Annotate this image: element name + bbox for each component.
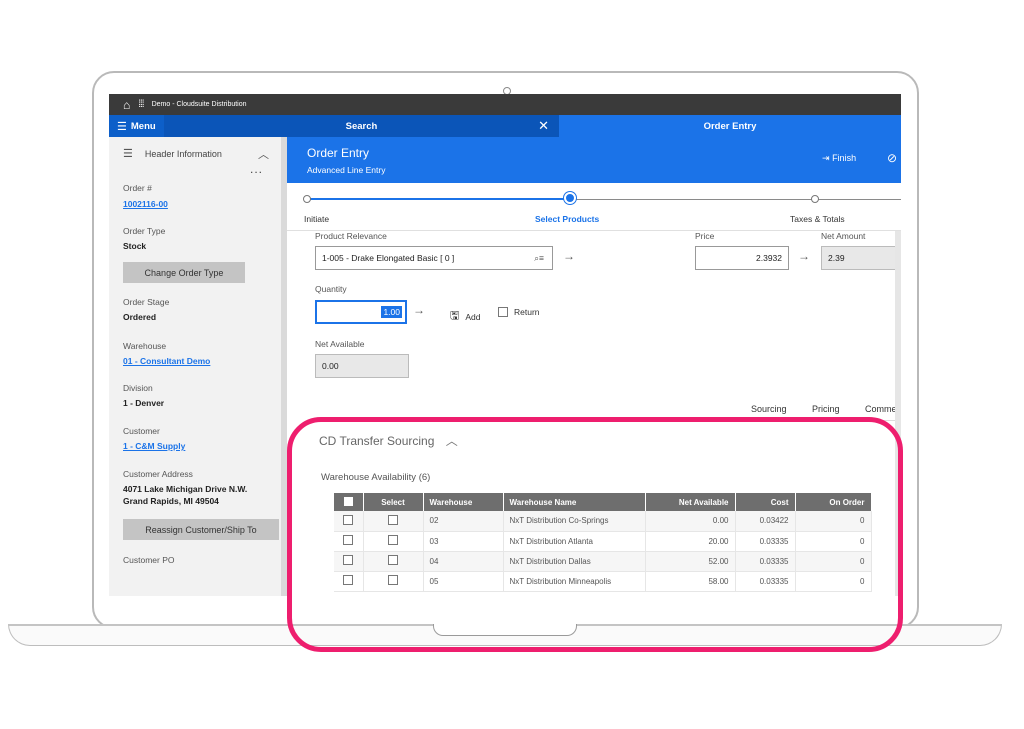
product-value: 1-005 - Drake Elongated Basic [ 0 ] [322,253,455,263]
return-label: Return [514,307,540,317]
hamburger-icon: ☰ [117,120,127,133]
quantity-label: Quantity [315,284,347,294]
price-value: 2.3932 [756,253,782,263]
order-stage-value: Ordered [123,312,157,322]
nav-bar: ☰ Menu Search ✕ Order Entry [109,115,901,137]
address-line-2: Grand Rapids, MI 49504 [123,496,219,506]
customer-po-label: Customer PO [123,555,175,565]
order-type-label: Order Type [123,226,166,236]
net-available-value: 0.00 [322,361,339,371]
marketing-stage: ⌂ ⁞⁞⁞ Demo - Cloudsuite Distribution ☰ M… [0,0,1024,729]
warehouse-link[interactable]: 01 - Consultant Demo [123,356,210,366]
stepper-progress [309,198,574,200]
add-label: Add [465,311,481,322]
customer-address-label: Customer Address [123,469,193,479]
list-icon: ☰ [123,148,133,160]
order-stage-label: Order Stage [123,297,170,307]
customer-link[interactable]: 1 - C&M Supply [123,441,185,451]
close-icon[interactable]: ✕ [538,118,549,134]
quantity-input[interactable]: 1.00 [315,300,407,324]
tab-sourcing[interactable]: Sourcing [751,404,787,414]
page-title: Order Entry [307,146,370,160]
order-entry-tab[interactable]: Order Entry [559,115,901,137]
top-app-bar: ⌂ ⁞⁞⁞ Demo - Cloudsuite Distribution [109,94,901,115]
finish-icon: ⇥ [822,153,830,163]
net-amount-field: 2.39 [821,246,901,270]
progress-stepper: Initiate Select Products Taxes & Totals [287,183,901,231]
order-number-link[interactable]: 1002116-00 [123,199,168,209]
product-arrow-icon[interactable]: → [563,249,575,263]
step-taxes-label[interactable]: Taxes & Totals [790,214,845,224]
quantity-arrow-icon[interactable]: → [413,303,425,317]
add-button[interactable]: 🖫 Add [450,307,481,326]
search-tab[interactable]: Search ✕ [164,115,559,137]
header-info-toggle[interactable]: ☰ Header Information ︿ [123,146,273,162]
order-type-value: Stock [123,241,147,251]
address-line-1: 4071 Lake Michigan Drive N.W. [123,484,248,494]
app-grid-icon[interactable]: ⁞⁞⁞ [138,99,144,110]
order-entry-header: Order Entry Advanced Line Entry ⇥ Finish… [287,137,901,183]
search-label: Search [345,120,378,132]
quantity-value: 1.00 [381,306,402,318]
step-initiate-label[interactable]: Initiate [304,214,329,224]
division-label: Division [123,383,153,393]
cancel-icon[interactable]: ⊘ [887,151,897,165]
net-amount-value: 2.39 [828,253,845,263]
price-arrow-icon[interactable]: → [798,249,810,263]
step-initiate-dot[interactable] [303,195,311,203]
order-entry-tab-label: Order Entry [703,120,757,132]
price-label: Price [695,231,715,241]
finish-button[interactable]: ⇥ Finish [822,153,856,164]
step-taxes-dot[interactable] [811,195,819,203]
step-select-products-dot[interactable] [564,192,576,204]
header-info-title: Header Information [144,148,222,159]
net-amount-label: Net Amount [821,231,866,241]
step-select-products-label[interactable]: Select Products [535,214,599,224]
finish-label: Finish [832,153,857,163]
product-input[interactable]: 1-005 - Drake Elongated Basic [ 0 ] ⌕≡ [315,246,553,270]
highlight-callout [287,417,903,652]
customer-label: Customer [123,426,160,436]
return-checkbox-box[interactable] [498,307,508,317]
chevron-up-icon[interactable]: ︿ [258,146,269,162]
menu-label: Menu [130,120,156,132]
net-available-field: 0.00 [315,354,409,378]
order-number-label: Order # [123,183,152,193]
division-value: 1 - Denver [123,398,165,408]
page-subtitle: Advanced Line Entry [307,165,386,175]
header-info-panel: ☰ Header Information ︿ ... Order # 10021… [109,137,281,596]
change-order-type-button[interactable]: Change Order Type [123,262,245,283]
tab-pricing[interactable]: Pricing [812,404,840,414]
reassign-customer-button[interactable]: Reassign Customer/Ship To [123,519,279,540]
menu-button[interactable]: ☰ Menu [109,115,164,137]
price-input[interactable]: 2.3932 [695,246,789,270]
home-icon[interactable]: ⌂ [123,98,130,112]
app-title: Demo - Cloudsuite Distribution [151,101,247,108]
warehouse-label: Warehouse [123,341,167,351]
save-icon: 🖫 [450,310,460,322]
product-search-icon[interactable]: ⌕≡ [534,253,544,264]
product-label: Product Relevance [315,231,387,241]
more-options-icon[interactable]: ... [250,162,263,176]
return-checkbox[interactable]: Return [498,307,540,317]
net-available-label: Net Available [315,339,365,349]
